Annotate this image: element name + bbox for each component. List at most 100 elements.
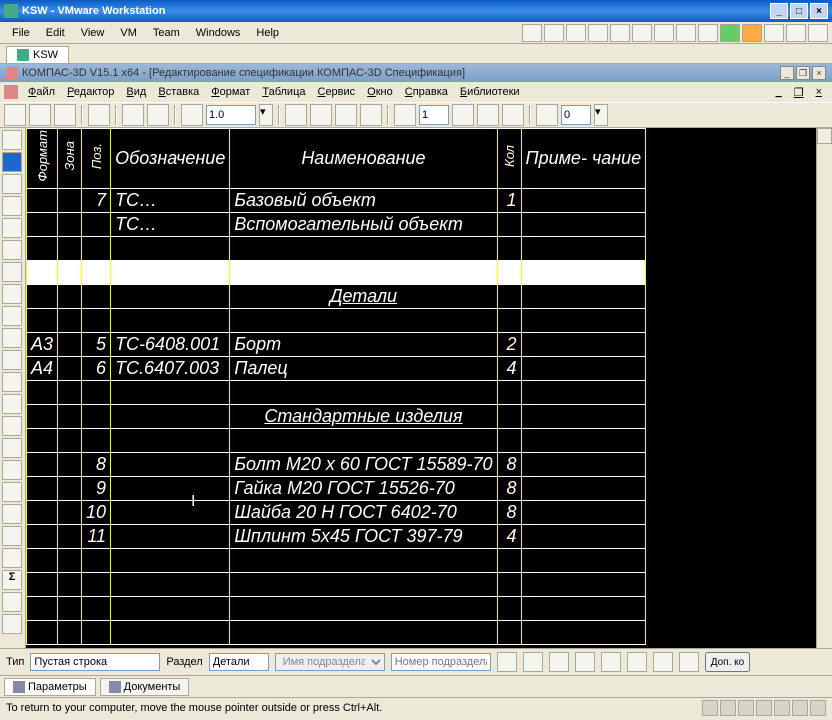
ltool-button[interactable] [2, 306, 22, 326]
vm-tab[interactable]: KSW [6, 46, 69, 63]
print-button[interactable] [88, 104, 110, 126]
new-button[interactable] [4, 104, 26, 126]
table-row[interactable] [27, 620, 646, 644]
ltool-button[interactable] [2, 218, 22, 238]
table-row[interactable] [27, 572, 646, 596]
table-row[interactable]: 8Болт М20 х 60 ГОСТ 15589-708 [27, 452, 646, 476]
table-row[interactable] [27, 380, 646, 404]
ltool-button[interactable] [2, 284, 22, 304]
ltool-button[interactable] [2, 526, 22, 546]
table-row[interactable] [27, 428, 646, 452]
menu-view[interactable]: View [73, 25, 113, 41]
close-button[interactable]: × [810, 3, 828, 19]
inner-minimize[interactable]: _ [780, 66, 794, 80]
table-row[interactable]: ТС…Вспомогательный объект [27, 212, 646, 236]
prop-button[interactable] [575, 652, 595, 672]
table-row[interactable]: 7ТС…Базовый объект1 [27, 188, 646, 212]
scroll-up[interactable] [817, 128, 832, 144]
ltool-button[interactable] [2, 174, 22, 194]
table-row[interactable]: А46ТС.6407.003Палец4 [27, 356, 646, 380]
tab-params[interactable]: Параметры [4, 678, 96, 696]
mdi-close[interactable]: × [810, 84, 828, 100]
next-page-button[interactable] [452, 104, 474, 126]
menu-team[interactable]: Team [145, 25, 188, 41]
open-button[interactable] [29, 104, 51, 126]
ltool-sigma[interactable]: Σ [2, 570, 22, 590]
tool-icon[interactable] [786, 24, 806, 42]
tool-button[interactable] [477, 104, 499, 126]
table-row[interactable] [27, 236, 646, 260]
prop-button[interactable] [653, 652, 673, 672]
ltool-button[interactable] [2, 416, 22, 436]
tool-button[interactable] [310, 104, 332, 126]
prop-button[interactable] [549, 652, 569, 672]
minimize-button[interactable]: _ [770, 3, 788, 19]
prop-button[interactable] [497, 652, 517, 672]
prop-button[interactable] [627, 652, 647, 672]
tool-icon[interactable] [588, 24, 608, 42]
ltool-button[interactable] [2, 438, 22, 458]
tool-icon[interactable] [522, 24, 542, 42]
tool-button[interactable] [536, 104, 558, 126]
tray-icon[interactable] [738, 700, 754, 716]
table-row[interactable]: 9Гайка М20 ГОСТ 15526-708 [27, 476, 646, 500]
inner-close[interactable]: × [812, 66, 826, 80]
ltool-button[interactable] [2, 394, 22, 414]
nomer-input[interactable] [391, 653, 491, 671]
dop-button[interactable]: Доп. ко [705, 652, 750, 672]
pause-icon[interactable] [742, 24, 762, 42]
tool-icon[interactable] [654, 24, 674, 42]
prop-button[interactable] [679, 652, 699, 672]
tool-icon[interactable] [698, 24, 718, 42]
ltool-button[interactable] [2, 152, 22, 172]
table-row[interactable] [27, 548, 646, 572]
table-row[interactable] [27, 596, 646, 620]
kmenu-view[interactable]: Вид [120, 84, 152, 100]
ltool-button[interactable] [2, 592, 22, 612]
copy-button[interactable] [147, 104, 169, 126]
mdi-restore[interactable]: ❐ [788, 84, 810, 101]
tool-icon[interactable] [808, 24, 828, 42]
tool-button[interactable] [502, 104, 524, 126]
ltool-button[interactable] [2, 196, 22, 216]
table-row[interactable]: 10Шайба 20 Н ГОСТ 6402-708 [27, 500, 646, 524]
ltool-button[interactable] [2, 130, 22, 150]
kmenu-file[interactable]: Файл [22, 84, 61, 100]
page-input[interactable] [419, 105, 449, 125]
tool-button[interactable] [285, 104, 307, 126]
ltool-button[interactable] [2, 262, 22, 282]
ltool-button[interactable] [2, 240, 22, 260]
ltool-button[interactable] [2, 350, 22, 370]
prev-page-button[interactable] [394, 104, 416, 126]
ltool-button[interactable] [2, 548, 22, 568]
kmenu-help[interactable]: Справка [399, 84, 454, 100]
table-row[interactable]: А35ТС-6408.001Борт2 [27, 332, 646, 356]
drawing-canvas[interactable]: ФорматЗонаПоз.ОбозначениеНаименованиеКол… [26, 128, 816, 648]
ltool-button[interactable] [2, 372, 22, 392]
tool-icon[interactable] [610, 24, 630, 42]
tool-button[interactable] [335, 104, 357, 126]
table-row[interactable] [27, 308, 646, 332]
tool-icon[interactable] [676, 24, 696, 42]
kmenu-table[interactable]: Таблица [256, 84, 311, 100]
table-row[interactable]: Детали [27, 284, 646, 308]
offset-dropdown[interactable]: ▾ [594, 104, 608, 126]
tool-icon[interactable] [764, 24, 784, 42]
menu-vm[interactable]: VM [112, 25, 145, 41]
tool-icon[interactable] [632, 24, 652, 42]
zoom-button[interactable] [181, 104, 203, 126]
ltool-button[interactable] [2, 460, 22, 480]
vertical-scrollbar[interactable] [816, 128, 832, 648]
kmenu-service[interactable]: Сервис [311, 84, 361, 100]
mdi-minimize[interactable]: _ [770, 84, 788, 100]
tab-docs[interactable]: Документы [100, 678, 190, 696]
cut-button[interactable] [122, 104, 144, 126]
kmenu-insert[interactable]: Вставка [152, 84, 205, 100]
tool-button[interactable] [360, 104, 382, 126]
table-row[interactable]: Стандартные изделия [27, 404, 646, 428]
tray-icon[interactable] [792, 700, 808, 716]
razdel-input[interactable] [209, 653, 269, 671]
tool-icon[interactable] [566, 24, 586, 42]
ltool-button[interactable] [2, 504, 22, 524]
menu-windows[interactable]: Windows [188, 25, 249, 41]
